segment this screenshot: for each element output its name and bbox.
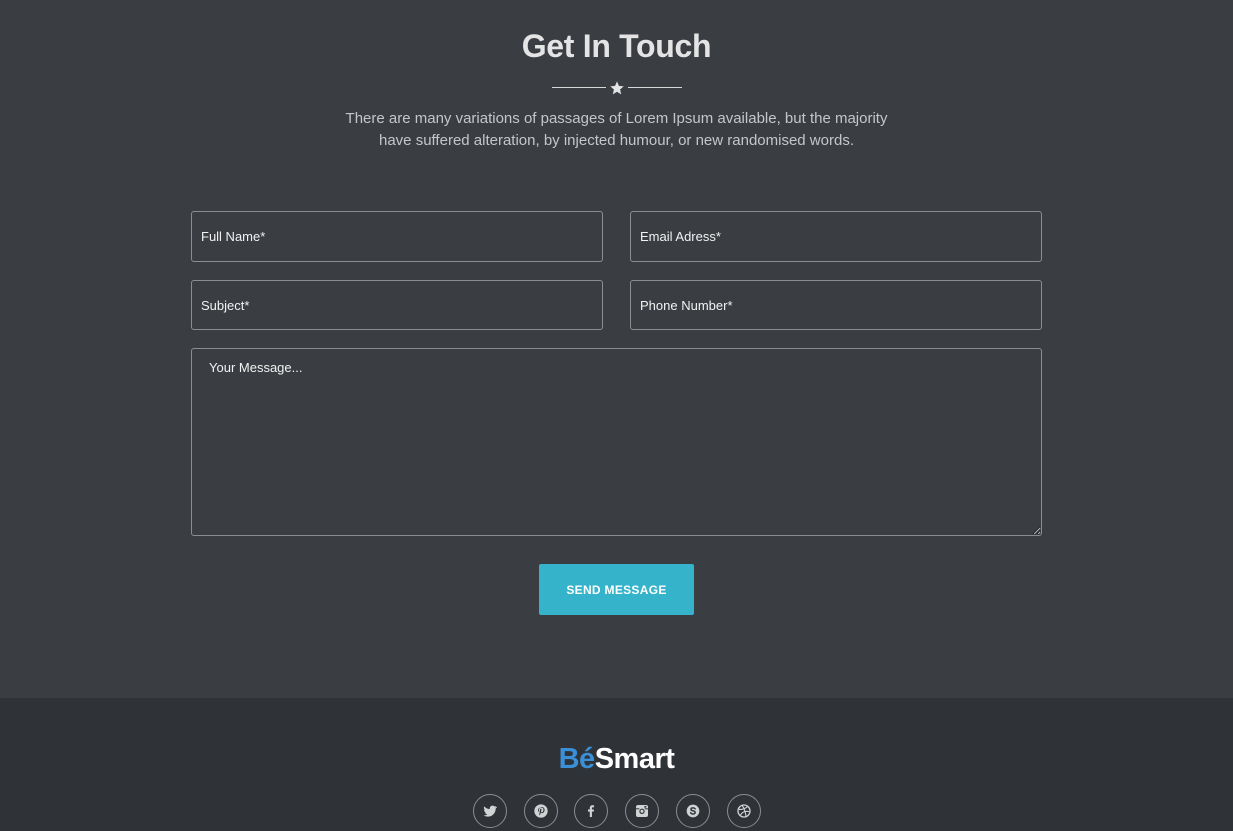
skype-icon (686, 804, 700, 818)
email-input[interactable] (630, 211, 1042, 262)
full-name-input[interactable] (191, 211, 603, 262)
title-divider (552, 80, 682, 96)
send-message-button[interactable]: SEND MESSAGE (539, 564, 694, 615)
dribbble-link[interactable] (727, 794, 761, 828)
dribbble-icon (737, 804, 751, 818)
message-textarea[interactable] (191, 348, 1042, 536)
subtitle-line-1: There are many variations of passages of… (345, 110, 888, 127)
section-title: Get In Touch (521, 28, 712, 64)
twitter-icon (483, 805, 497, 817)
logo-accent-text: Bé (558, 743, 596, 775)
divider-line-left (552, 87, 606, 88)
social-links (473, 794, 761, 828)
twitter-link[interactable] (473, 794, 507, 828)
divider-line-right (628, 87, 682, 88)
footer-logo[interactable]: BéSmart (0, 743, 1233, 776)
subject-input[interactable] (191, 280, 603, 330)
pinterest-link[interactable] (524, 794, 558, 828)
facebook-icon (588, 805, 595, 817)
pinterest-icon (534, 804, 548, 818)
logo-main-text: Smart (594, 743, 675, 775)
subtitle-line-2: have suffered alteration, by injected hu… (379, 132, 854, 149)
skype-link[interactable] (676, 794, 710, 828)
instagram-icon (636, 805, 648, 817)
instagram-link[interactable] (625, 794, 659, 828)
phone-number-input[interactable] (630, 280, 1042, 330)
contact-section: Get In Touch There are many variations o… (0, 0, 1233, 698)
facebook-link[interactable] (574, 794, 608, 828)
star-icon (610, 81, 624, 95)
section-subtitle: There are many variations of passages of… (296, 108, 937, 152)
